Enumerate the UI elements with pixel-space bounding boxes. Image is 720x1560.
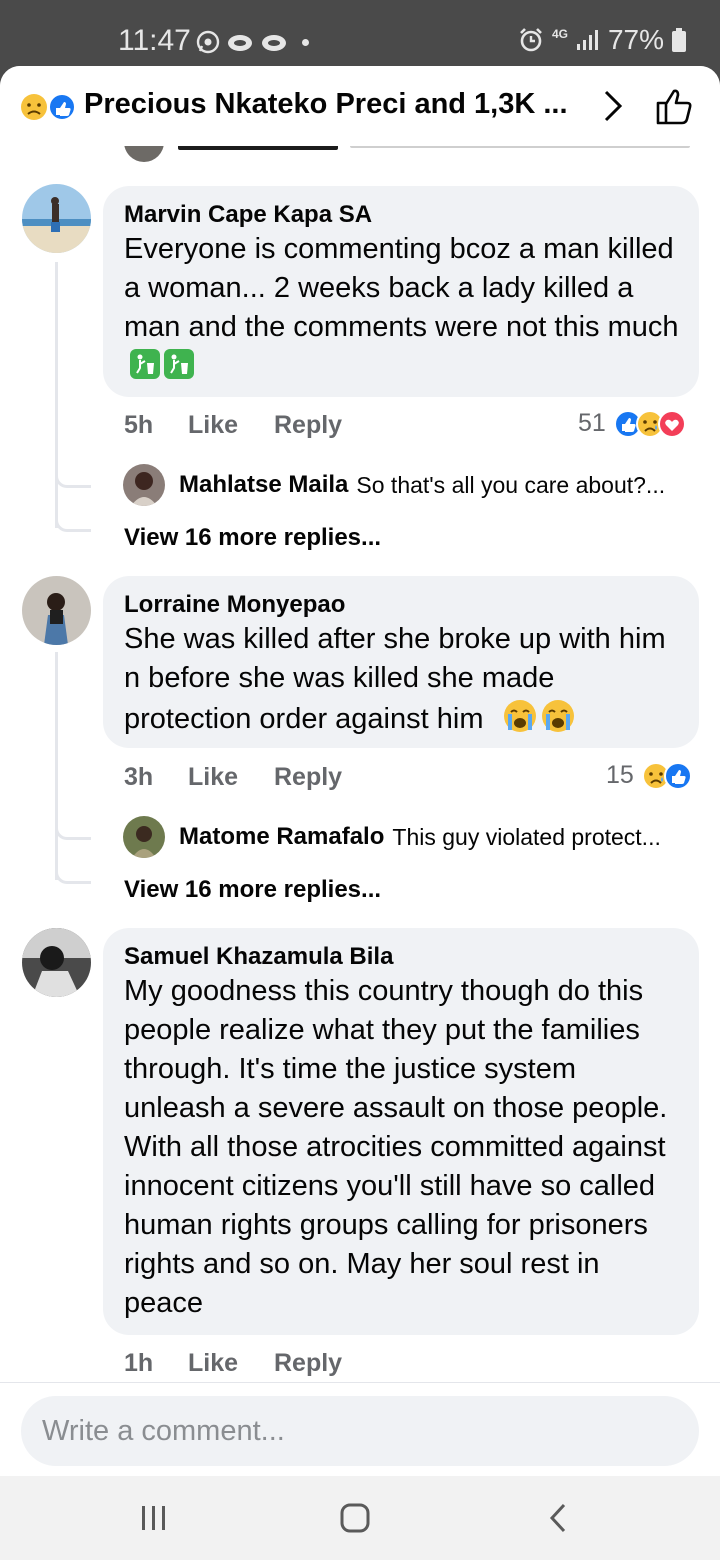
comment-bubble[interactable]: Lorraine Monyepao She was killed after s… <box>103 576 699 748</box>
avatar[interactable] <box>123 816 165 858</box>
comment-time: 3h <box>124 763 154 791</box>
view-more-replies-link[interactable]: View 16 more replies... <box>124 524 381 552</box>
comment-actions: 3h Like Reply <box>124 763 342 792</box>
comment-author[interactable]: Marvin Cape Kapa SA <box>124 200 679 230</box>
comment-bubble[interactable]: Samuel Khazamula Bila My goodness this c… <box>103 928 699 1335</box>
comment-author[interactable]: Lorraine Monyepao <box>124 590 679 620</box>
status-time: 11:47 <box>118 24 191 57</box>
status-right: 4G 77% <box>518 24 686 56</box>
like-icon <box>663 761 692 790</box>
status-bar: 11:47 4G 77% <box>0 0 720 66</box>
avatar[interactable] <box>123 464 165 506</box>
reply-button[interactable]: Reply <box>274 411 342 440</box>
more-notifications-dot-icon <box>302 38 309 46</box>
back-icon[interactable] <box>546 1502 570 1534</box>
reaction-summary[interactable]: 51 <box>578 409 686 438</box>
alarm-icon <box>520 28 542 52</box>
reaction-count: 51 <box>578 409 606 437</box>
chevron-right-icon[interactable] <box>598 88 626 124</box>
comment-time: 5h <box>124 411 154 439</box>
battery-icon <box>672 28 686 52</box>
reply-author[interactable]: Matome Ramafalo <box>179 823 384 851</box>
comment-input[interactable] <box>42 1414 642 1448</box>
system-nav-bar <box>0 1476 720 1560</box>
like-button[interactable]: Like <box>188 1349 274 1378</box>
thread-elbow <box>55 464 91 488</box>
comment-time: 1h <box>124 1349 154 1377</box>
reactions-header[interactable]: Precious Nkateko Preci and 1,3K ... <box>0 66 720 146</box>
comment-text: My goodness this country though do this … <box>124 975 668 1319</box>
comment-composer-bar <box>0 1382 720 1476</box>
like-button[interactable]: Like <box>188 763 274 792</box>
reaction-count: 15 <box>606 761 634 789</box>
cloud-icon <box>228 35 252 51</box>
avatar[interactable] <box>22 184 91 253</box>
avatar[interactable] <box>22 928 91 997</box>
reply-preview[interactable]: Mahlatse Maila So that's all you care ab… <box>123 464 665 506</box>
battery-percent: 77% <box>607 24 664 55</box>
crying-face-icon <box>541 700 574 732</box>
reply-text: This guy violated protect... <box>392 823 661 850</box>
thread-line <box>55 262 58 528</box>
recent-apps-icon[interactable] <box>139 1503 169 1533</box>
reply-preview[interactable]: Matome Ramafalo This guy violated protec… <box>123 816 661 858</box>
reply-button[interactable]: Reply <box>274 1349 342 1378</box>
crying-face-icon <box>503 700 536 732</box>
network-type: 4G <box>551 27 568 41</box>
reaction-summary[interactable]: 15 <box>606 761 692 790</box>
like-button[interactable]: Like <box>188 411 274 440</box>
comment-text: Everyone is commenting bcoz a man killed… <box>124 230 679 386</box>
comment-author[interactable]: Samuel Khazamula Bila <box>124 942 679 972</box>
previous-reply-peek <box>0 144 720 164</box>
thread-elbow <box>55 508 91 532</box>
header-reactions-icon <box>21 93 76 121</box>
cloud-icon <box>262 35 286 51</box>
litter-bin-icon <box>130 349 160 379</box>
comment-actions: 5h Like Reply <box>124 411 342 440</box>
thread-elbow <box>55 860 91 884</box>
comments-sheet: Precious Nkateko Preci and 1,3K ... Marv… <box>0 66 720 1560</box>
reply-button[interactable]: Reply <box>274 763 342 792</box>
avatar[interactable] <box>22 576 91 645</box>
thread-elbow <box>55 816 91 840</box>
view-more-replies-link[interactable]: View 16 more replies... <box>124 876 381 904</box>
comment-actions: 1h Like Reply <box>124 1349 342 1378</box>
signal-icon <box>576 30 598 50</box>
notification-icons <box>196 30 309 54</box>
page-title: Precious Nkateko Preci and 1,3K ... <box>84 88 568 120</box>
home-icon[interactable] <box>339 1502 371 1534</box>
love-icon <box>657 409 686 438</box>
comment-bubble[interactable]: Marvin Cape Kapa SA Everyone is commenti… <box>103 186 699 397</box>
whatsapp-icon <box>196 30 220 54</box>
comment-text: She was killed after she broke up with h… <box>124 623 666 735</box>
thumbs-up-icon[interactable] <box>654 86 694 126</box>
thread-line <box>55 652 58 880</box>
reply-author[interactable]: Mahlatse Maila <box>179 471 348 499</box>
reply-text: So that's all you care about?... <box>356 471 666 498</box>
litter-bin-icon <box>164 349 194 379</box>
comment-input-box[interactable] <box>21 1396 699 1466</box>
